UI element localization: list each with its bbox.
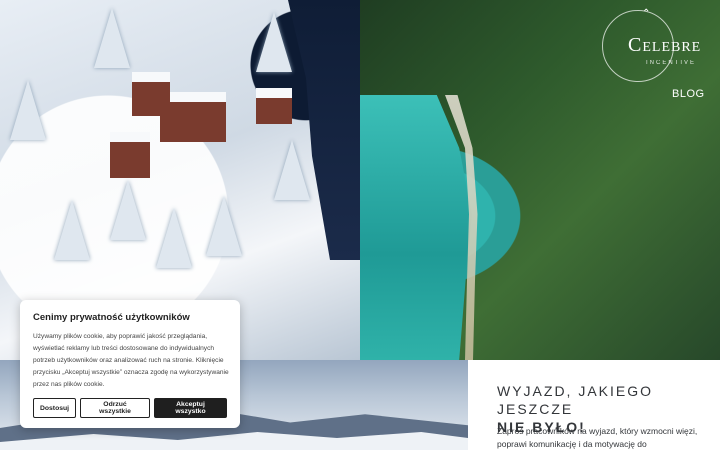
cookie-consent-banner: Cenimy prywatność użytkowników Używamy p… <box>20 300 240 428</box>
snowy-tree <box>156 208 192 268</box>
snowy-tree <box>54 200 90 260</box>
celebre-logo[interactable]: ⌃ Celebre INCENTIVE <box>602 8 720 82</box>
intro-heading-line1: WYJAZD, JAKIEGO JESZCZE <box>497 383 654 417</box>
snowy-tree <box>274 140 310 200</box>
cabin <box>110 132 150 178</box>
cabin <box>132 72 170 116</box>
logo-wordmark: Celebre <box>628 34 702 56</box>
bird-icon: ⌃ <box>642 8 651 19</box>
intro-paragraph: Zaproś pracowników na wyjazd, który wzmo… <box>497 426 698 449</box>
customize-button[interactable]: Dostosuj <box>33 398 76 418</box>
lagoon-water <box>360 95 472 360</box>
accept-all-button[interactable]: Akceptuj wszystko <box>154 398 227 418</box>
snowy-tree <box>10 80 46 140</box>
intro-section: WYJAZD, JAKIEGO JESZCZE NIE BYŁO! Zaproś… <box>468 360 720 450</box>
snowy-tree <box>256 12 292 72</box>
snowy-tree <box>206 196 242 256</box>
reject-all-button[interactable]: Odrzuć wszystkie <box>80 398 150 418</box>
logo-subtitle: INCENTIVE <box>646 60 697 66</box>
cabin <box>256 88 292 124</box>
cookie-title: Cenimy prywatność użytkowników <box>33 312 190 323</box>
snowy-tree <box>94 8 130 68</box>
cookie-description: Używamy plików cookie, aby poprawić jako… <box>33 333 229 388</box>
snowy-tree <box>110 180 146 240</box>
nav-blog-link[interactable]: BLOG <box>672 88 705 100</box>
